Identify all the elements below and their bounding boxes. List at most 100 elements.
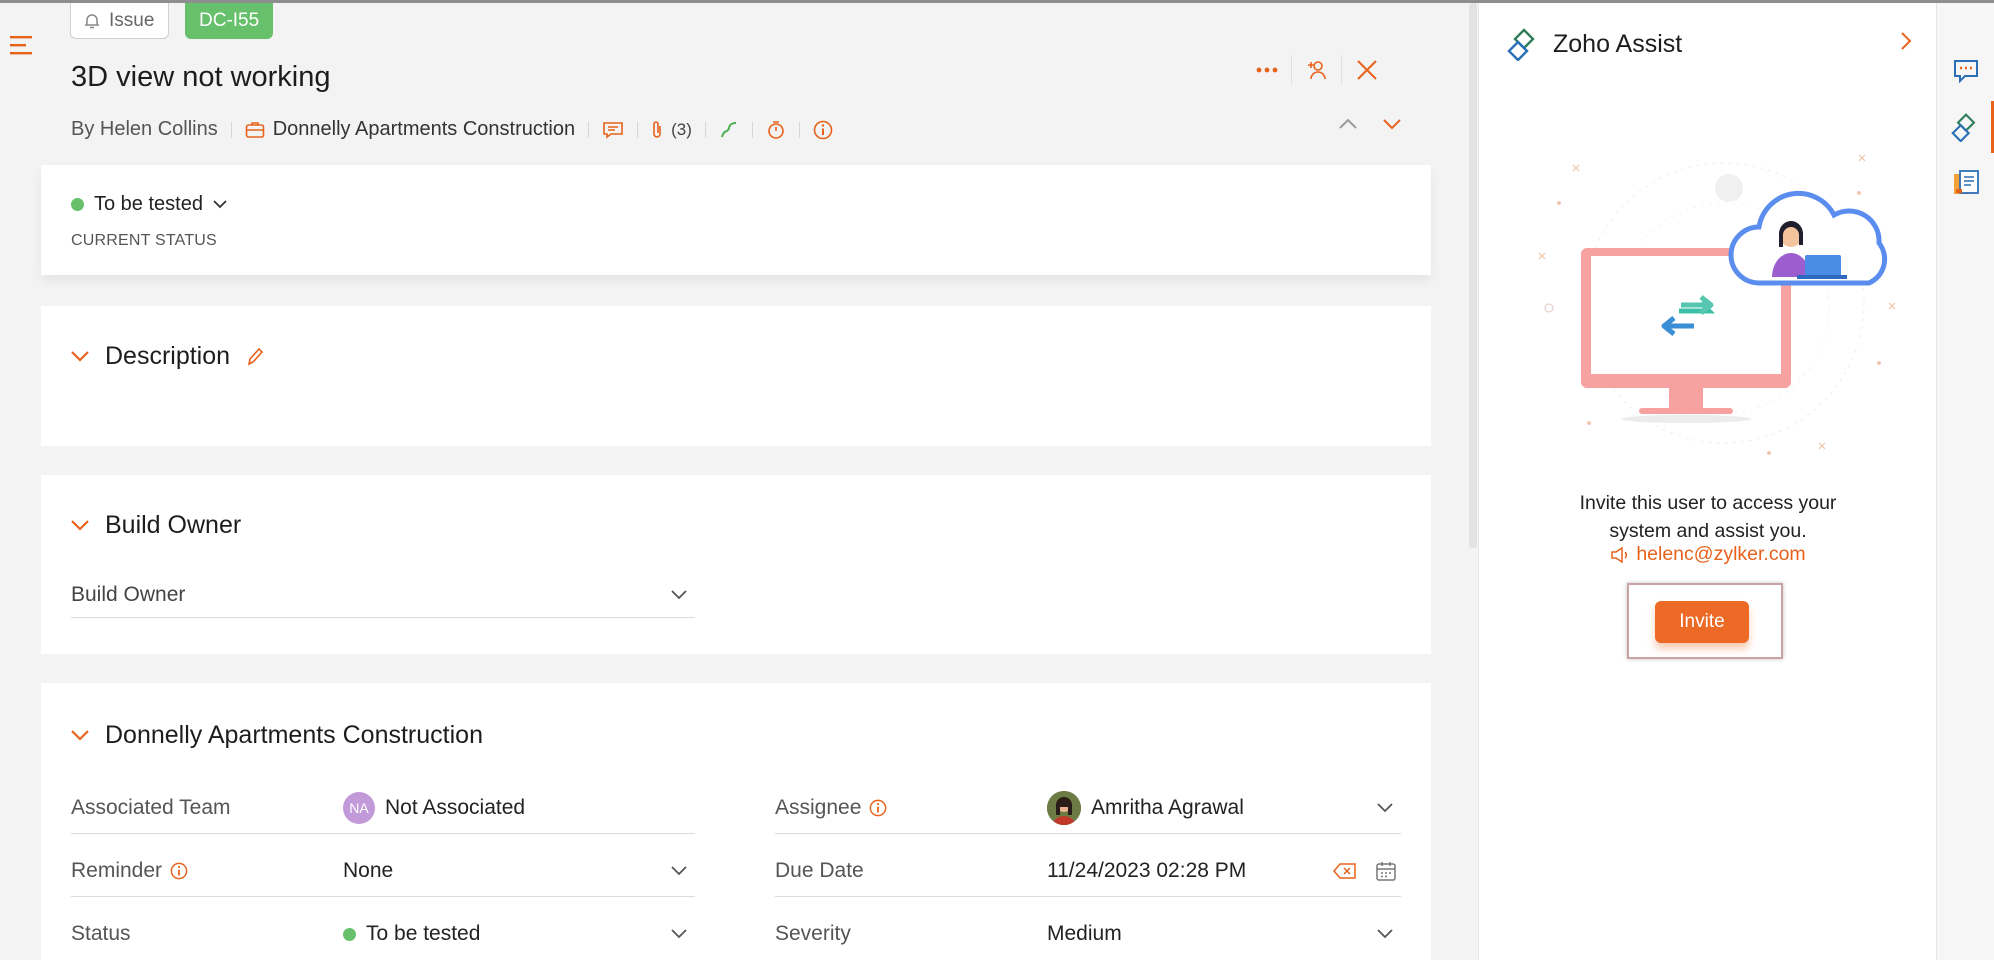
info-icon[interactable] xyxy=(170,862,188,880)
more-icon xyxy=(1256,67,1277,73)
close-button[interactable] xyxy=(1342,55,1392,85)
zoho-assist-button[interactable] xyxy=(1950,111,1982,143)
associated-team-text: Not Associated xyxy=(385,796,526,819)
link-icon xyxy=(720,121,736,137)
chevron-down-icon[interactable] xyxy=(1382,118,1402,130)
chevron-down-icon xyxy=(71,351,89,362)
calendar-icon[interactable] xyxy=(1375,860,1397,882)
chevron-right-icon[interactable] xyxy=(1900,31,1912,51)
page-title: 3D view not working xyxy=(71,61,331,93)
status-field[interactable]: Status To be tested xyxy=(71,914,695,954)
due-date-value: 11/24/2023 02:28 PM xyxy=(1047,859,1247,882)
chat-button[interactable] xyxy=(1950,55,1982,87)
status-dropdown[interactable]: To be tested xyxy=(71,193,227,216)
status-dot xyxy=(71,198,84,211)
info-icon xyxy=(813,120,833,139)
issue-meta-row: By Helen Collins Donnelly Apartments Con… xyxy=(71,118,833,141)
avatar xyxy=(1047,791,1081,825)
info-icon[interactable] xyxy=(869,799,887,817)
project-name: Donnelly Apartments Construction xyxy=(272,118,576,140)
info-button[interactable] xyxy=(813,120,833,140)
invite-highlight: Invite xyxy=(1627,583,1783,659)
chevron-up-icon[interactable] xyxy=(1338,118,1358,130)
close-icon xyxy=(1357,60,1377,80)
issue-detail-panel: Issue DC-I55 3D view not working By Hele… xyxy=(0,3,1468,960)
divider xyxy=(588,121,590,138)
divider xyxy=(775,896,1401,897)
status-field-label: Status xyxy=(71,922,131,945)
reminder-value: None xyxy=(343,859,394,882)
severity-field[interactable]: Severity Medium xyxy=(775,914,1401,954)
more-button[interactable] xyxy=(1242,55,1292,85)
status-card: To be tested CURRENT STATUS xyxy=(41,165,1431,275)
due-date-field[interactable]: Due Date 11/24/2023 02:28 PM xyxy=(775,851,1401,891)
divider xyxy=(751,121,753,138)
reminder-label-text: Reminder xyxy=(71,859,163,882)
invite-message-line-2: system and assist you. xyxy=(1609,520,1807,542)
reminder-label: Reminder xyxy=(71,859,188,883)
follow-button[interactable] xyxy=(1292,55,1342,85)
email-address: helenc@zylker.com xyxy=(1636,543,1806,565)
speaker-icon xyxy=(1611,546,1628,563)
divider xyxy=(775,833,1401,834)
status-value: To be tested xyxy=(94,193,203,215)
assignee-field[interactable]: Assignee Amritha Agrawal xyxy=(775,788,1401,828)
chevron-down-icon xyxy=(71,730,89,741)
assignee-value: Amritha Agrawal xyxy=(1047,791,1244,825)
build-owner-dropdown[interactable]: Build Owner xyxy=(71,573,695,618)
invite-message-line-1: Invite this user to access your xyxy=(1579,492,1837,514)
link-button[interactable] xyxy=(719,120,739,140)
build-owner-section: Build Owner Build Owner xyxy=(41,475,1431,654)
build-owner-title: Build Owner xyxy=(105,511,242,539)
project-title: Donnelly Apartments Construction xyxy=(105,721,483,749)
status-caption: CURRENT STATUS xyxy=(71,232,217,249)
assignee-name: Amritha Agrawal xyxy=(1091,796,1244,819)
chevron-down-icon xyxy=(671,929,687,939)
clear-icon[interactable] xyxy=(1333,863,1357,879)
assist-title: Zoho Assist xyxy=(1553,29,1683,58)
status-field-text: To be tested xyxy=(366,922,481,945)
chevron-down-icon xyxy=(1377,803,1393,813)
chat-icon xyxy=(1954,60,1978,84)
assignee-label: Assignee xyxy=(775,796,887,820)
chevron-down-icon xyxy=(213,200,227,209)
status-dot xyxy=(343,927,356,941)
associated-team-field: Associated Team NA Not Associated xyxy=(71,788,695,828)
project-link[interactable]: Donnelly Apartments Construction xyxy=(245,118,575,141)
notes-icon xyxy=(1954,170,1979,194)
timer-button[interactable] xyxy=(766,120,786,140)
issue-type-label: Issue xyxy=(109,9,155,31)
comments-button[interactable] xyxy=(602,121,624,139)
status-field-value: To be tested xyxy=(343,922,480,946)
briefcase-icon xyxy=(245,121,265,138)
invite-button[interactable]: Invite xyxy=(1655,601,1749,643)
due-date-label: Due Date xyxy=(775,859,864,882)
attachments-button[interactable]: (3) xyxy=(651,120,692,140)
scrollbar[interactable] xyxy=(1469,3,1477,548)
severity-value: Medium xyxy=(1047,922,1122,945)
divider xyxy=(71,833,695,834)
email-link[interactable]: helenc@zylker.com xyxy=(1479,543,1937,566)
project-header[interactable]: Donnelly Apartments Construction xyxy=(71,721,483,750)
follow-user-icon xyxy=(1307,61,1326,80)
chevron-down-icon xyxy=(1377,929,1393,939)
issue-id-tag: DC-I55 xyxy=(185,3,274,39)
attachments-count: (3) xyxy=(671,119,692,139)
divider xyxy=(637,121,639,138)
team-badge: NA xyxy=(343,792,375,824)
bell-icon xyxy=(85,13,99,28)
pencil-icon[interactable] xyxy=(246,347,264,367)
associated-team-label: Associated Team xyxy=(71,796,231,819)
build-owner-header[interactable]: Build Owner xyxy=(71,511,241,540)
build-owner-field-label: Build Owner xyxy=(71,583,186,606)
notes-button[interactable] xyxy=(1950,167,1982,199)
comment-icon xyxy=(603,121,623,139)
remote-assist-illustration xyxy=(1538,154,1896,455)
menu-icon[interactable] xyxy=(10,34,34,56)
author-label: By Helen Collins xyxy=(71,118,218,140)
right-rail xyxy=(1936,3,1994,960)
reminder-field[interactable]: Reminder None xyxy=(71,851,695,891)
divider xyxy=(71,896,695,897)
record-navigation xyxy=(1338,118,1402,130)
description-header[interactable]: Description xyxy=(71,342,264,371)
